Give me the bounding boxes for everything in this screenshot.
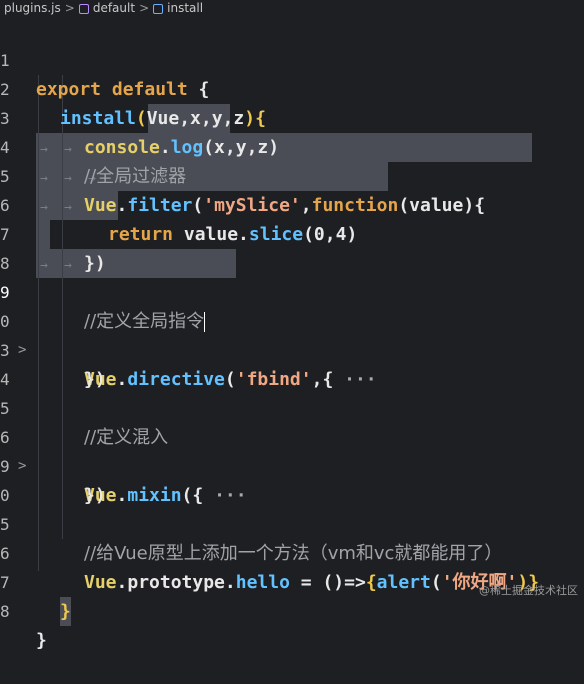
- code-line[interactable]: 6 > Vue.mixin({ ···: [0, 394, 584, 506]
- watermark: @稀土掘金技术社区: [479, 584, 578, 597]
- breadcrumb: plugins.js > default > install: [0, 0, 584, 17]
- code-line[interactable]: 5 Vue.filter('mySlice',function(value){: [0, 133, 584, 216]
- code-line[interactable]: 1 export default {: [0, 17, 584, 100]
- matching-brace: }: [60, 597, 71, 626]
- code-line[interactable]: 6 return value.slice(0,4): [0, 162, 584, 245]
- code-editor[interactable]: → → → → → → → → → 1 export default { 2 i…: [0, 17, 584, 651]
- chevron-right-icon: >: [139, 1, 150, 15]
- code-token: }: [36, 630, 47, 651]
- code-line[interactable]: 2 install(Vue,x,y,z){: [0, 46, 584, 129]
- code-line[interactable]: 3 console.log(x,y,z): [0, 75, 584, 158]
- chevron-right-icon: >: [64, 1, 75, 15]
- code-line[interactable]: 0: [0, 452, 584, 505]
- code-line[interactable]: 6 Vue.prototype.hello = ()=>{alert('你好啊'…: [0, 510, 584, 593]
- code-line[interactable]: 4: [0, 336, 584, 389]
- line-number: 8: [0, 602, 10, 621]
- code-line[interactable]: 8: [0, 220, 584, 273]
- code-line[interactable]: 3 }): [0, 307, 584, 390]
- breadcrumb-file[interactable]: plugins.js: [4, 1, 61, 16]
- code-line[interactable]: 9 //定义全局指令: [0, 249, 584, 332]
- breadcrumb-symbol-install[interactable]: install: [167, 1, 203, 16]
- code-line[interactable]: 7 }): [0, 191, 584, 274]
- code-line[interactable]: 5 //定义混入: [0, 365, 584, 448]
- code-line[interactable]: 7 }: [0, 539, 584, 626]
- code-line[interactable]: 9 }): [0, 423, 584, 506]
- breadcrumb-symbol-default[interactable]: default: [93, 1, 135, 16]
- symbol-icon: [78, 3, 89, 14]
- code-line[interactable]: 4 //全局过滤器: [0, 104, 584, 187]
- code-line[interactable]: 5 //给Vue原型上添加一个方法（vm和vc就都能用了）: [0, 481, 584, 564]
- method-icon: [153, 3, 164, 14]
- code-line[interactable]: 0 > Vue.directive('fbind',{ ···: [0, 278, 584, 390]
